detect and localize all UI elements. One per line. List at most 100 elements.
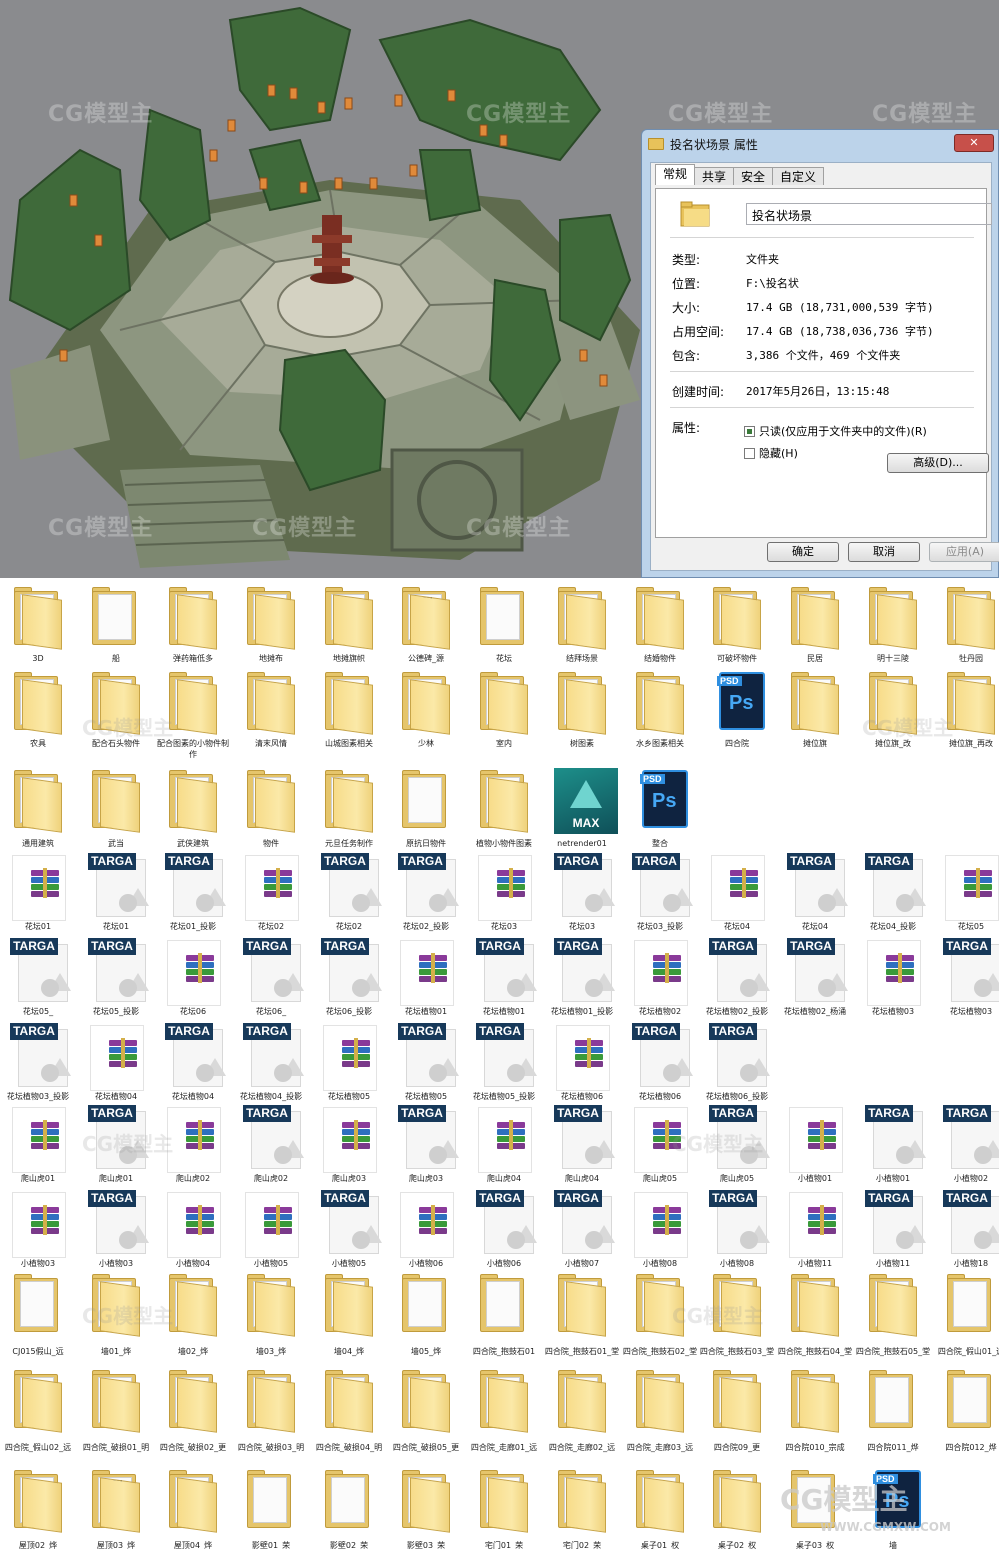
file-item[interactable]: TARGA 小植物11 bbox=[855, 1190, 931, 1282]
file-item[interactable]: PSD Ps 整合 bbox=[622, 768, 698, 862]
folder-item[interactable]: 四合院_破损03_明 bbox=[233, 1368, 309, 1466]
close-button[interactable]: ✕ bbox=[954, 134, 994, 152]
folder-item[interactable]: 摊位旗 bbox=[777, 670, 853, 762]
file-item[interactable]: 花坛02 bbox=[233, 853, 309, 945]
file-item[interactable]: TARGA 花坛植物06_投影 bbox=[699, 1023, 775, 1115]
folder-item[interactable]: 影壁01_荣 bbox=[233, 1468, 309, 1549]
cancel-button[interactable]: 取消 bbox=[848, 542, 920, 562]
file-item[interactable]: TARGA 花坛03 bbox=[544, 853, 620, 945]
file-item[interactable]: TARGA 花坛植物04_投影 bbox=[233, 1023, 309, 1115]
advanced-button[interactable]: 高级(D)... bbox=[887, 453, 989, 473]
folder-item[interactable]: 明十三陵 bbox=[855, 585, 931, 677]
folder-item[interactable]: 四合院_走廊01_远 bbox=[466, 1368, 542, 1466]
file-item[interactable]: TARGA 花坛06_ bbox=[233, 938, 309, 1030]
file-item[interactable]: TARGA 小植物03 bbox=[78, 1190, 154, 1282]
folder-item[interactable]: 影壁02_荣 bbox=[311, 1468, 387, 1549]
file-item[interactable]: 小植物08 bbox=[622, 1190, 698, 1282]
file-item[interactable]: TARGA 花坛植物03_投影 bbox=[0, 1023, 76, 1115]
folder-item[interactable]: 少林 bbox=[388, 670, 464, 762]
folder-item[interactable]: 四合院_走廊03_远 bbox=[622, 1368, 698, 1466]
folder-item[interactable]: 四合院_破损01_明 bbox=[78, 1368, 154, 1466]
folder-item[interactable]: 原抗日物件 bbox=[388, 768, 464, 862]
folder-item[interactable]: 四合院_破损05_更 bbox=[388, 1368, 464, 1466]
file-item[interactable]: TARGA 小植物06 bbox=[466, 1190, 542, 1282]
folder-item[interactable]: 四合院_假山01_远 bbox=[933, 1272, 999, 1370]
folder-item[interactable]: 屋顶04_烨 bbox=[155, 1468, 231, 1549]
folder-item[interactable]: S 公德碑_源 bbox=[388, 585, 464, 677]
file-item[interactable]: TARGA 花坛05_ bbox=[0, 938, 76, 1030]
folder-item[interactable]: 桌子01_权 bbox=[622, 1468, 698, 1549]
file-item[interactable]: TARGA 花坛06_投影 bbox=[311, 938, 387, 1030]
file-item[interactable]: TARGA 小植物01 bbox=[855, 1105, 931, 1197]
folder-item[interactable]: 弹药箱低多 bbox=[155, 585, 231, 677]
file-item[interactable]: TARGA 花坛植物02_投影 bbox=[699, 938, 775, 1030]
folder-item[interactable]: 地摊布 bbox=[233, 585, 309, 677]
tab-sharing[interactable]: 共享 bbox=[694, 167, 735, 185]
folder-item[interactable]: 四合院_破损04_明 bbox=[311, 1368, 387, 1466]
folder-item[interactable]: 民居 bbox=[777, 585, 853, 677]
folder-item[interactable]: 四合院_抱鼓石04_堂 bbox=[777, 1272, 853, 1370]
folder-item[interactable]: 墙05_烨 bbox=[388, 1272, 464, 1370]
file-item[interactable]: TARGA 花坛植物05_投影 bbox=[466, 1023, 542, 1115]
file-item[interactable]: 爬山虎04 bbox=[466, 1105, 542, 1197]
folder-item[interactable]: 植物小物件图素 bbox=[466, 768, 542, 862]
file-item[interactable]: 爬山虎01 bbox=[0, 1105, 76, 1197]
file-item[interactable]: 花坛植物02 bbox=[622, 938, 698, 1030]
file-item[interactable]: 花坛01 bbox=[0, 853, 76, 945]
folder-item[interactable]: 地摊旗帜 bbox=[311, 585, 387, 677]
file-item[interactable]: 花坛植物03 bbox=[855, 938, 931, 1030]
folder-item[interactable]: 影壁03_荣 bbox=[388, 1468, 464, 1549]
folder-item[interactable]: 四合院09_更 bbox=[699, 1368, 775, 1466]
file-item[interactable]: TARGA 爬山虎03 bbox=[388, 1105, 464, 1197]
file-item[interactable]: TARGA 爬山虎04 bbox=[544, 1105, 620, 1197]
checkbox-box[interactable] bbox=[744, 447, 755, 459]
file-item[interactable]: TARGA 花坛植物01_投影 bbox=[544, 938, 620, 1030]
file-item[interactable]: 小植物01 bbox=[777, 1105, 853, 1197]
folder-item[interactable]: 四合院011_烨 bbox=[855, 1368, 931, 1466]
file-item[interactable]: 小植物04 bbox=[155, 1190, 231, 1282]
folder-item[interactable]: 可破坏物件 bbox=[699, 585, 775, 677]
folder-item[interactable]: 树图素 bbox=[544, 670, 620, 762]
file-item[interactable]: TARGA 花坛植物04 bbox=[155, 1023, 231, 1115]
file-item[interactable]: TARGA 小植物08 bbox=[699, 1190, 775, 1282]
folder-item[interactable]: 四合院_走廊02_远 bbox=[544, 1368, 620, 1466]
dialog-titlebar[interactable]: 投名状场景 属性 bbox=[642, 130, 998, 158]
folder-item[interactable]: 农具 bbox=[0, 670, 76, 762]
readonly-checkbox[interactable]: 只读(仅应用于文件夹中的文件)(R) bbox=[744, 423, 927, 439]
file-item[interactable]: MAX netrender01 bbox=[544, 768, 620, 862]
file-item[interactable]: 花坛植物04 bbox=[78, 1023, 154, 1115]
folder-item[interactable]: 元旦任务制作 bbox=[311, 768, 387, 862]
file-item[interactable]: 花坛植物01 bbox=[388, 938, 464, 1030]
tab-security[interactable]: 安全 bbox=[733, 167, 774, 185]
file-item[interactable]: 小植物05 bbox=[233, 1190, 309, 1282]
file-item[interactable]: TARGA 小植物05 bbox=[311, 1190, 387, 1282]
folder-item[interactable]: 桌子02_权 bbox=[699, 1468, 775, 1549]
file-item[interactable]: TARGA 花坛植物06 bbox=[622, 1023, 698, 1115]
folder-item[interactable]: 四合院_假山02_远 bbox=[0, 1368, 76, 1466]
folder-item[interactable]: 3D bbox=[0, 585, 76, 677]
folder-item[interactable]: 四合院_抱鼓石01_堂 bbox=[544, 1272, 620, 1370]
file-item[interactable]: TARGA 花坛05_投影 bbox=[78, 938, 154, 1030]
file-item[interactable]: TARGA 花坛03_投影 bbox=[622, 853, 698, 945]
folder-item[interactable]: 武当 bbox=[78, 768, 154, 862]
folder-item[interactable]: 四合院_破损02_更 bbox=[155, 1368, 231, 1466]
file-item[interactable]: TARGA 小植物07 bbox=[544, 1190, 620, 1282]
file-item[interactable]: TARGA 花坛植物05 bbox=[388, 1023, 464, 1115]
file-item[interactable]: 花坛04 bbox=[699, 853, 775, 945]
file-item[interactable]: TARGA 花坛02_投影 bbox=[388, 853, 464, 945]
folder-item[interactable]: 屋顶02_烨 bbox=[0, 1468, 76, 1549]
checkbox-box[interactable] bbox=[744, 425, 755, 437]
folder-item[interactable]: 山城图素相关 bbox=[311, 670, 387, 762]
file-item[interactable]: 小植物11 bbox=[777, 1190, 853, 1282]
folder-item[interactable]: 武侠建筑 bbox=[155, 768, 231, 862]
folder-item[interactable]: 花坛 bbox=[466, 585, 542, 677]
file-item[interactable]: 花坛06 bbox=[155, 938, 231, 1030]
file-item[interactable]: TARGA 花坛植物01 bbox=[466, 938, 542, 1030]
folder-item[interactable]: 水乡图素相关 bbox=[622, 670, 698, 762]
folder-item[interactable]: 室内 bbox=[466, 670, 542, 762]
file-item[interactable]: 花坛植物06 bbox=[544, 1023, 620, 1115]
folder-item[interactable]: 结婚物件 bbox=[622, 585, 698, 677]
folder-item[interactable]: 清末风情 bbox=[233, 670, 309, 762]
file-item[interactable]: 小植物03 bbox=[0, 1190, 76, 1282]
folder-item[interactable]: CJ015假山_远 bbox=[0, 1272, 76, 1370]
